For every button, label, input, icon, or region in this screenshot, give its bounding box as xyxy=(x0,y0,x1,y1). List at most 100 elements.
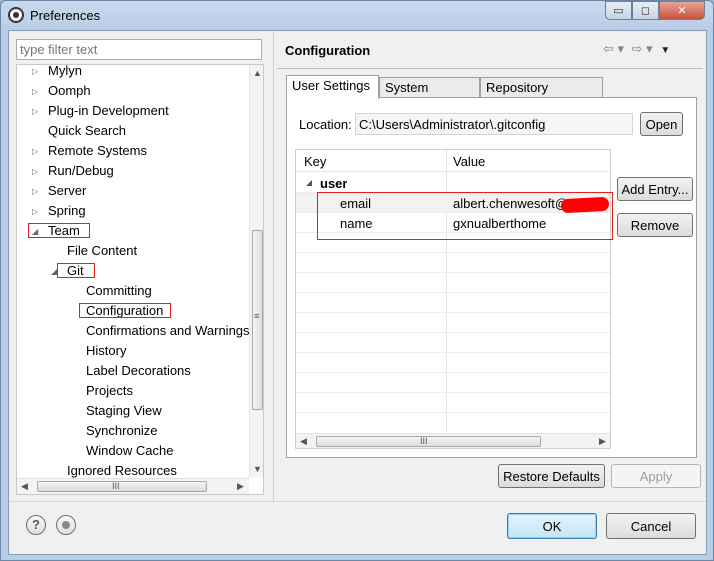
apply-button[interactable]: Apply xyxy=(611,464,701,488)
expand-arrow-icon[interactable]: ▷ xyxy=(32,162,38,182)
table-row[interactable]: name gxnualberthome xyxy=(296,213,610,233)
table-horizontal-scrollbar[interactable]: ◀ III ▶ xyxy=(296,433,610,448)
tree-item[interactable]: ▷ Server xyxy=(17,181,249,201)
window-title: Preferences xyxy=(30,8,101,23)
minimize-button[interactable]: ▭ xyxy=(605,1,632,20)
expand-arrow-icon[interactable]: ▷ xyxy=(32,182,38,202)
grip-icon: ≡ xyxy=(254,311,260,321)
dialog-client-area: ▲ ≡ ▼ ◀ III ▶ ▷ Mylyn ▷ Oomph ▷ Plug-in Devel… xyxy=(8,30,707,555)
tree-item[interactable]: ◢ Team xyxy=(17,221,249,241)
tree-item[interactable]: Synchronize xyxy=(17,421,249,441)
cancel-button[interactable]: Cancel xyxy=(606,513,696,539)
tree-item-label: Remote Systems xyxy=(48,143,147,158)
row-key: email xyxy=(340,196,372,211)
tree-item[interactable]: Projects xyxy=(17,381,249,401)
tree-item[interactable]: ▷ Spring xyxy=(17,201,249,221)
tree-vertical-scrollbar[interactable]: ▲ ≡ ▼ xyxy=(249,65,263,477)
title-bar[interactable]: Preferences ▭ ◻ ✕ xyxy=(1,1,713,31)
tree-item[interactable]: ◢ Git xyxy=(17,261,249,281)
tree-item-label: Confirmations and Warnings xyxy=(86,323,250,338)
group-label: user xyxy=(320,176,348,191)
caption-buttons: ▭ ◻ ✕ xyxy=(605,1,705,21)
tree-item-label: Quick Search xyxy=(48,123,127,138)
collapse-arrow-icon[interactable]: ◢ xyxy=(32,222,38,242)
table-row-empty xyxy=(296,293,610,313)
help-icon[interactable]: ? xyxy=(26,515,46,535)
forward-arrow-icon[interactable]: ⇨ ▾ xyxy=(632,41,653,56)
tree-item[interactable]: Confirmations and Warnings xyxy=(17,321,250,341)
tree-item[interactable]: Window Cache xyxy=(17,441,249,461)
tree-item-label: Committing xyxy=(86,283,152,298)
record-macro-icon[interactable] xyxy=(56,515,76,535)
tree-item[interactable]: Label Decorations xyxy=(17,361,249,381)
group-expander-icon[interactable]: ◢ xyxy=(306,178,312,187)
close-button[interactable]: ✕ xyxy=(659,1,705,20)
tree-vertical-thumb[interactable]: ≡ xyxy=(252,230,263,410)
expand-arrow-icon[interactable]: ▷ xyxy=(32,102,38,122)
pane-sash[interactable] xyxy=(273,31,274,501)
collapse-arrow-icon[interactable]: ◢ xyxy=(51,262,57,282)
tree-item[interactable]: History xyxy=(17,341,249,361)
scroll-left-arrow[interactable]: ◀ xyxy=(300,436,307,447)
tree-item[interactable]: ▷ Run/Debug xyxy=(17,161,249,181)
table-row-empty xyxy=(296,353,610,373)
tree-item[interactable]: Committing xyxy=(17,281,249,301)
remove-button[interactable]: Remove xyxy=(617,213,693,237)
tree-item-label: Configuration xyxy=(86,303,164,318)
tree-item[interactable]: ▷ Remote Systems xyxy=(17,141,249,161)
table-horizontal-thumb[interactable]: III xyxy=(316,436,541,447)
view-menu-icon[interactable]: ▼ xyxy=(660,45,670,56)
filter-input[interactable] xyxy=(16,39,262,60)
table-group-row[interactable]: ◢ user xyxy=(296,173,610,193)
value-column-header[interactable]: Value xyxy=(453,154,485,169)
tree-item-label: Mylyn xyxy=(48,64,82,78)
open-button[interactable]: Open xyxy=(640,112,683,136)
tree-item-label: Staging View xyxy=(86,403,162,418)
expand-arrow-icon[interactable]: ▷ xyxy=(32,65,38,82)
tree-item-label: Synchronize xyxy=(86,423,158,438)
add-entry-button[interactable]: Add Entry... xyxy=(617,177,693,201)
expand-arrow-icon[interactable]: ▷ xyxy=(32,82,38,102)
back-arrow-icon[interactable]: ⇦ ▾ xyxy=(603,41,624,56)
config-table: Key Value ◢ user email albert.chenwesoft… xyxy=(295,149,611,449)
tree-item[interactable]: Configuration xyxy=(17,301,249,321)
tree-item-label: File Content xyxy=(67,243,138,258)
tab-repository-settings[interactable]: Repository Settings xyxy=(480,77,603,114)
location-field[interactable]: C:\Users\Administrator\.gitconfig xyxy=(355,113,633,135)
key-column-header[interactable]: Key xyxy=(304,154,326,169)
tree-item[interactable]: File Content xyxy=(17,241,249,261)
tab-system-settings[interactable]: System Settings xyxy=(379,77,480,114)
tree-item[interactable]: ▷ Mylyn xyxy=(17,64,249,82)
tree-horizontal-thumb[interactable]: III xyxy=(37,481,207,492)
scroll-left-arrow[interactable]: ◀ xyxy=(21,481,28,492)
grip-icon: III xyxy=(112,481,120,491)
scroll-right-arrow[interactable]: ▶ xyxy=(237,481,244,492)
row-key: name xyxy=(340,216,373,231)
tree-item-label: Label Decorations xyxy=(86,363,191,378)
scroll-right-arrow[interactable]: ▶ xyxy=(599,436,606,447)
preferences-window: Preferences ▭ ◻ ✕ ▲ ≡ ▼ ◀ III ▶ xyxy=(0,0,714,561)
preference-tree: ▲ ≡ ▼ ◀ III ▶ ▷ Mylyn ▷ Oomph ▷ Plug-in Devel… xyxy=(16,64,264,495)
tree-item[interactable]: ▷ Oomph xyxy=(17,81,249,101)
table-row-empty xyxy=(296,373,610,393)
scroll-down-arrow[interactable]: ▼ xyxy=(253,464,262,474)
expand-arrow-icon[interactable]: ▷ xyxy=(32,142,38,162)
tree-item[interactable]: Ignored Resources xyxy=(17,461,249,481)
tree-item-label: History xyxy=(86,343,127,358)
tree-item[interactable]: Quick Search xyxy=(17,121,249,141)
tree-item-label: Run/Debug xyxy=(48,163,114,178)
tree-item[interactable]: Staging View xyxy=(17,401,249,421)
tree-item-label: Oomph xyxy=(48,83,91,98)
tab-user-settings[interactable]: User Settings xyxy=(286,75,379,99)
ok-button[interactable]: OK xyxy=(507,513,597,539)
tree-item[interactable]: ▷ Plug-in Development xyxy=(17,101,249,121)
table-row-empty xyxy=(296,273,610,293)
title-separator xyxy=(277,68,703,69)
restore-defaults-button[interactable]: Restore Defaults xyxy=(498,464,605,488)
user-settings-panel: Location: C:\Users\Administrator\.gitcon… xyxy=(286,97,697,458)
scroll-up-arrow[interactable]: ▲ xyxy=(253,68,262,78)
expand-arrow-icon[interactable]: ▷ xyxy=(32,202,38,222)
maximize-button[interactable]: ◻ xyxy=(632,1,659,20)
eclipse-icon xyxy=(8,7,24,23)
tree-item-label: Ignored Resources xyxy=(67,463,177,478)
